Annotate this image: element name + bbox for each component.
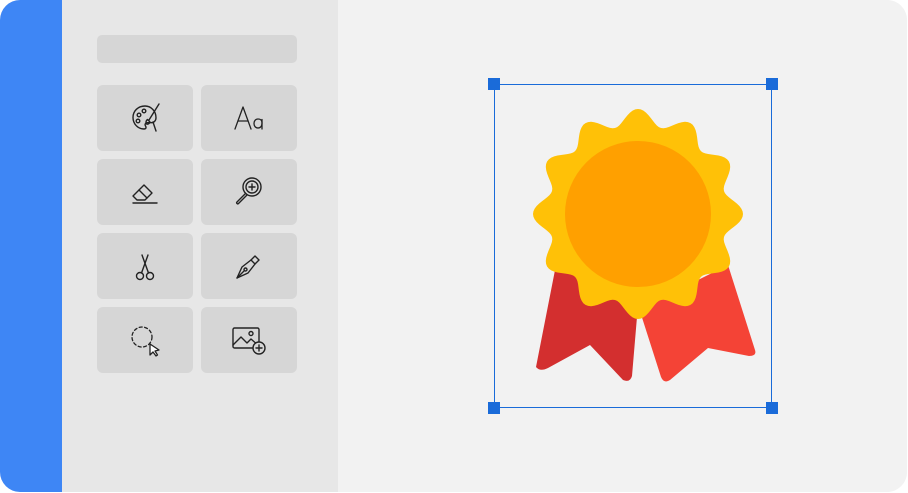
medal-icon[interactable]	[528, 100, 758, 390]
resize-handle-bottom-right[interactable]	[766, 402, 778, 414]
tool-add-image-button[interactable]	[201, 307, 297, 373]
resize-handle-top-right[interactable]	[766, 78, 778, 90]
accent-sidebar	[0, 0, 62, 492]
tool-eraser-button[interactable]	[97, 159, 193, 225]
tool-lasso-select-button[interactable]	[97, 307, 193, 373]
tool-text-button[interactable]	[201, 85, 297, 151]
lasso-select-icon	[131, 326, 160, 357]
tool-grid	[97, 85, 297, 373]
pen-icon	[236, 255, 260, 279]
resize-handle-bottom-left[interactable]	[488, 402, 500, 414]
resize-handle-top-left[interactable]	[488, 78, 500, 90]
medal-center	[565, 141, 711, 287]
tool-pen-button[interactable]	[201, 233, 297, 299]
zoom-icon	[235, 177, 262, 205]
tool-palette-button[interactable]	[97, 85, 193, 151]
panel-search-bar[interactable]	[97, 35, 297, 63]
canvas-area[interactable]	[338, 0, 907, 492]
tool-zoom-button[interactable]	[201, 159, 297, 225]
app-window	[0, 0, 907, 492]
scissors-icon	[135, 254, 155, 281]
eraser-icon	[132, 184, 158, 204]
text-icon	[234, 106, 263, 130]
add-image-icon	[232, 327, 266, 355]
tool-panel	[62, 0, 338, 492]
tool-scissors-button[interactable]	[97, 233, 193, 299]
palette-icon	[132, 103, 160, 132]
